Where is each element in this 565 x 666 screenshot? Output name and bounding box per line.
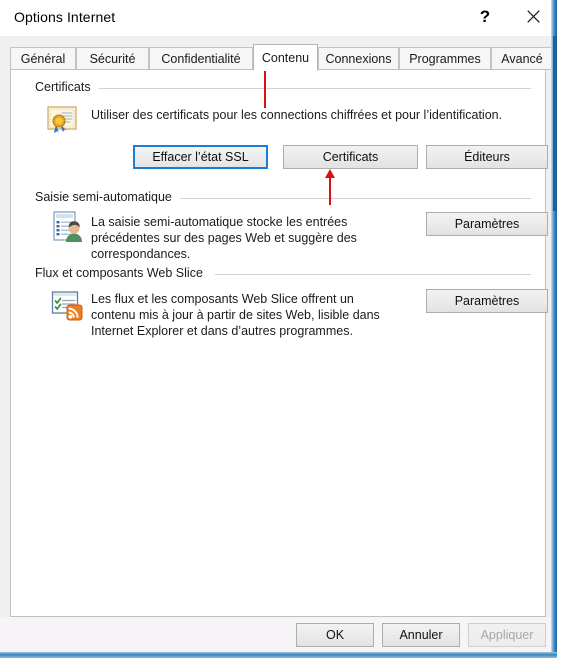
feeds-settings-button[interactable]: Paramètres bbox=[426, 289, 548, 313]
tab-programmes[interactable]: Programmes bbox=[399, 47, 491, 70]
group-autocomplete-title: Saisie semi-automatique bbox=[31, 190, 177, 204]
tab-strip: Général Sécurité Confidentialité Contenu… bbox=[10, 44, 553, 71]
tab-contenu[interactable]: Contenu bbox=[253, 44, 318, 71]
autocomplete-description: La saisie semi-automatique stocke les en… bbox=[91, 215, 357, 261]
group-feeds-rule bbox=[215, 274, 531, 275]
help-button[interactable]: ? bbox=[462, 0, 508, 32]
group-certificates-title: Certificats bbox=[31, 80, 96, 94]
group-autocomplete: Saisie semi-automatique La saisie semi-a… bbox=[21, 190, 548, 274]
certificates-button[interactable]: Certificats bbox=[283, 145, 418, 169]
dialog-footer: OK Annuler Appliquer bbox=[0, 617, 551, 652]
tab-avance[interactable]: Avancé bbox=[491, 47, 553, 70]
autocomplete-form-person-icon bbox=[50, 210, 82, 242]
rss-webslice-icon bbox=[50, 288, 83, 321]
title-bar: Options Internet ? bbox=[0, 0, 551, 36]
apply-button: Appliquer bbox=[468, 623, 546, 647]
internet-options-dialog: Options Internet ? Général Sécurité Conf… bbox=[0, 0, 557, 658]
autocomplete-settings-button[interactable]: Paramètres bbox=[426, 212, 548, 236]
certificate-seal-icon bbox=[45, 102, 77, 134]
question-mark-icon: ? bbox=[479, 6, 491, 26]
tab-general[interactable]: Général bbox=[10, 47, 76, 70]
close-x-icon bbox=[526, 9, 540, 23]
window-right-edge-highlight bbox=[553, 36, 557, 211]
clear-ssl-state-button[interactable]: Effacer l’état SSL bbox=[133, 145, 268, 169]
ok-button[interactable]: OK bbox=[296, 623, 374, 647]
publishers-button[interactable]: Éditeurs bbox=[426, 145, 548, 169]
group-feeds-title: Flux et composants Web Slice bbox=[31, 266, 208, 280]
window-bottom-edge bbox=[0, 652, 557, 658]
window-title: Options Internet bbox=[14, 9, 116, 25]
cancel-button[interactable]: Annuler bbox=[382, 623, 460, 647]
tab-confidentialite[interactable]: Confidentialité bbox=[149, 47, 253, 70]
group-feeds-webslices: Flux et composants Web Slice Les flux et… bbox=[21, 266, 548, 364]
group-certificates-rule bbox=[99, 88, 531, 89]
feeds-description: Les flux et les composants Web Slice off… bbox=[91, 292, 380, 338]
certificates-description: Utiliser des certificats pour les connec… bbox=[91, 108, 503, 122]
group-autocomplete-rule bbox=[180, 198, 531, 199]
tab-securite[interactable]: Sécurité bbox=[76, 47, 149, 70]
tab-content-panel: Certificats Utiliser des certificats pou… bbox=[10, 69, 548, 617]
group-certificates: Certificats Utiliser des certificats pou… bbox=[21, 80, 548, 198]
close-button[interactable] bbox=[510, 0, 556, 32]
tab-connexions[interactable]: Connexions bbox=[318, 47, 399, 70]
